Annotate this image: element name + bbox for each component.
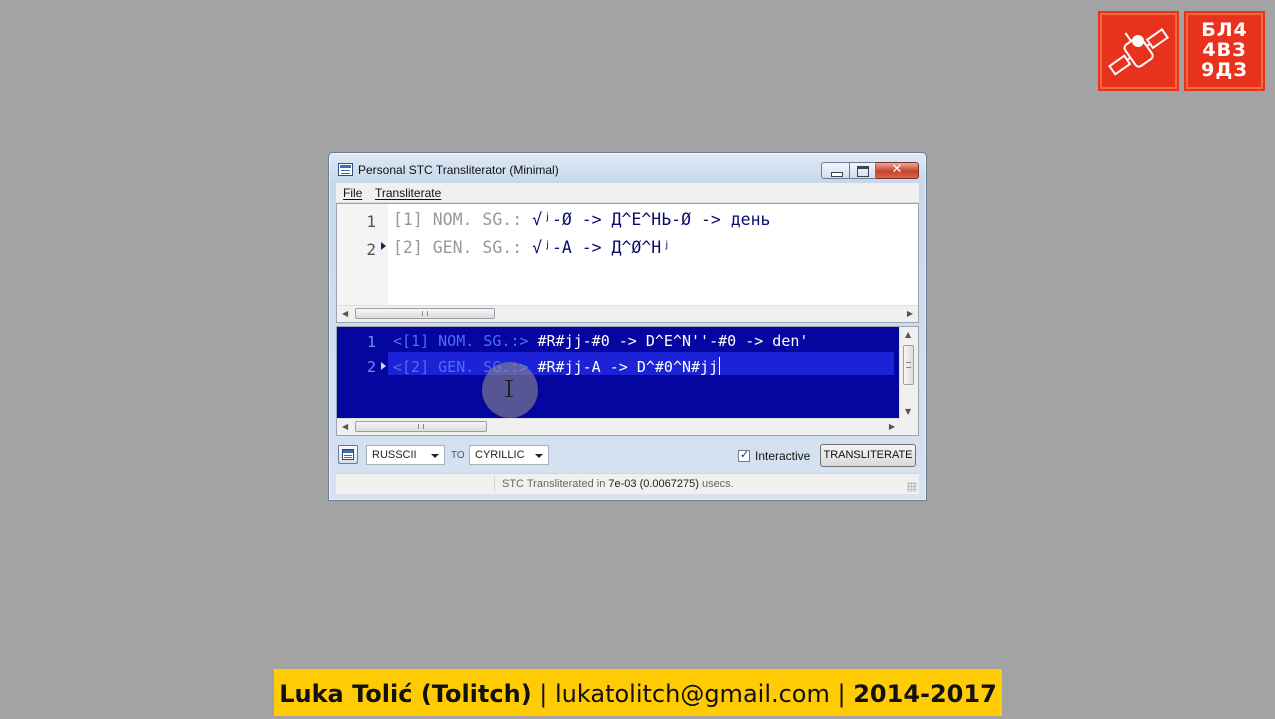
horizontal-scrollbar[interactable]: ◀ ▶ bbox=[337, 305, 918, 322]
author-email: lukatolitch@gmail.com bbox=[555, 680, 830, 708]
text-caret bbox=[719, 357, 721, 375]
line-label: [2] GEN. SG.: bbox=[393, 238, 523, 257]
line-number: 1 bbox=[366, 212, 376, 231]
line-label: <[1] NOM. SG.:> bbox=[393, 332, 529, 350]
resize-grip-icon[interactable] bbox=[907, 482, 917, 492]
line-number-gutter: 1 2 bbox=[337, 204, 388, 306]
credit-banner: Luka Tolić (Tolitch) | lukatolitch@gmail… bbox=[274, 669, 1002, 716]
scrollbar-thumb[interactable] bbox=[355, 421, 487, 432]
line-number: 1 bbox=[366, 333, 376, 351]
banner-separator: | bbox=[531, 680, 556, 708]
scroll-left-icon[interactable]: ◀ bbox=[342, 309, 348, 318]
chevron-down-icon bbox=[431, 454, 439, 458]
transliterate-button[interactable]: TRANSLITERATE bbox=[820, 444, 916, 467]
scroll-right-icon[interactable]: ▶ bbox=[907, 309, 913, 318]
checkmark-icon: ✓ bbox=[740, 448, 750, 461]
status-time: 7e-03 (0.0067275) bbox=[608, 478, 699, 490]
input-text-area[interactable]: [1] NOM. SG.: √ʲ-Ø -> Д^Е^НЬ-Ø -> день [… bbox=[388, 204, 918, 306]
source-encoding-value: RUSSCII bbox=[372, 449, 417, 461]
window-controls: ✕ bbox=[821, 162, 919, 179]
line-label: [1] NOM. SG.: bbox=[393, 210, 523, 229]
close-icon: ✕ bbox=[891, 162, 903, 177]
source-encoding-select[interactable]: RUSSCII bbox=[366, 445, 445, 465]
logo-text-block: БЛ4 4ВЗ 9ДЗ bbox=[1184, 11, 1265, 91]
input-editor[interactable]: 1 2 [1] NOM. SG.: √ʲ-Ø -> Д^Е^НЬ-Ø -> де… bbox=[336, 203, 919, 323]
interactive-checkbox[interactable]: ✓ bbox=[738, 448, 750, 462]
fold-marker-icon[interactable] bbox=[381, 362, 386, 370]
line-text: √ʲ-А -> Д^Ø^Нʲ bbox=[522, 238, 672, 257]
line-number: 2 bbox=[366, 240, 376, 259]
target-encoding-select[interactable]: CYRILLIC bbox=[469, 445, 549, 465]
banner-separator: | bbox=[829, 680, 854, 708]
scroll-up-icon[interactable]: ▲ bbox=[905, 330, 911, 339]
output-editor[interactable]: 1 2 <[1] NOM. SG.:> #R#jj-#0 -> D^E^N''-… bbox=[336, 326, 919, 436]
minimize-button[interactable] bbox=[821, 162, 850, 179]
interactive-label[interactable]: Interactive bbox=[755, 449, 810, 463]
menu-bar: File Transliterate bbox=[336, 183, 919, 203]
transliterator-window: Personal STC Transliterator (Minimal) ✕ … bbox=[328, 152, 927, 501]
logo: БЛ4 4ВЗ 9ДЗ bbox=[1098, 11, 1265, 91]
scroll-right-icon[interactable]: ▶ bbox=[889, 422, 895, 431]
window-title: Personal STC Transliterator (Minimal) bbox=[358, 163, 559, 177]
line-text: #R#jj-A -> D^#0^N#jj bbox=[528, 358, 719, 376]
output-text-area[interactable]: <[1] NOM. SG.:> #R#jj-#0 -> D^E^N''-#0 -… bbox=[388, 327, 900, 419]
horizontal-scrollbar[interactable]: ◀ ▶ bbox=[337, 418, 900, 435]
menu-transliterate[interactable]: Transliterate bbox=[375, 186, 441, 200]
line-text: √ʲ-Ø -> Д^Е^НЬ-Ø -> день bbox=[522, 210, 771, 229]
scrollbar-thumb[interactable] bbox=[903, 345, 914, 385]
line-number: 2 bbox=[366, 358, 376, 376]
target-encoding-value: CYRILLIC bbox=[475, 449, 525, 461]
to-label: TO bbox=[451, 450, 465, 461]
status-bar: STC Transliterated in 7e-03 (0.0067275) … bbox=[336, 473, 919, 494]
logo-text-line: БЛ4 bbox=[1201, 19, 1248, 41]
window-layout-button[interactable] bbox=[338, 445, 358, 464]
logo-text-line: 4ВЗ bbox=[1202, 39, 1247, 61]
toolbar: RUSSCII TO CYRILLIC ✓ Interactive TRANSL… bbox=[336, 441, 919, 469]
status-message: STC Transliterated in 7e-03 (0.0067275) … bbox=[502, 478, 734, 490]
close-button[interactable]: ✕ bbox=[876, 162, 919, 179]
code-line: <[1] NOM. SG.:> #R#jj-#0 -> D^E^N''-#0 -… bbox=[393, 332, 808, 358]
satellite-logo-icon bbox=[1098, 11, 1179, 91]
chevron-down-icon bbox=[535, 454, 543, 458]
maximize-button[interactable] bbox=[850, 162, 876, 179]
code-line: [1] NOM. SG.: √ʲ-Ø -> Д^Е^НЬ-Ø -> день bbox=[393, 210, 771, 236]
status-suffix: usecs. bbox=[698, 478, 734, 490]
window-layout-icon bbox=[342, 449, 354, 460]
code-line: <[2] GEN. SG.:> #R#jj-A -> D^#0^N#jj bbox=[393, 357, 721, 383]
year-range: 2014-2017 bbox=[853, 680, 997, 708]
code-line: [2] GEN. SG.: √ʲ-А -> Д^Ø^Нʲ bbox=[393, 238, 671, 264]
fold-marker-icon[interactable] bbox=[381, 242, 386, 250]
scroll-down-icon[interactable]: ▼ bbox=[905, 407, 911, 416]
line-number-gutter: 1 2 bbox=[337, 327, 388, 419]
minimize-icon bbox=[831, 172, 843, 177]
maximize-icon bbox=[857, 166, 869, 177]
text-cursor-icon bbox=[505, 380, 513, 397]
status-divider bbox=[494, 476, 495, 491]
status-prefix: STC Transliterated in bbox=[502, 478, 609, 490]
logo-text-line: 9ДЗ bbox=[1201, 59, 1248, 81]
line-text: #R#jj-#0 -> D^E^N''-#0 -> den' bbox=[528, 332, 809, 350]
menu-file[interactable]: File bbox=[343, 186, 362, 200]
app-window-icon[interactable] bbox=[338, 163, 353, 176]
author-name: Luka Tolić (Tolitch) bbox=[279, 680, 532, 708]
scrollbar-thumb[interactable] bbox=[355, 308, 495, 319]
title-bar[interactable]: Personal STC Transliterator (Minimal) ✕ bbox=[329, 153, 926, 183]
scroll-left-icon[interactable]: ◀ bbox=[342, 422, 348, 431]
vertical-scrollbar[interactable]: ▲ ▼ bbox=[899, 327, 918, 435]
